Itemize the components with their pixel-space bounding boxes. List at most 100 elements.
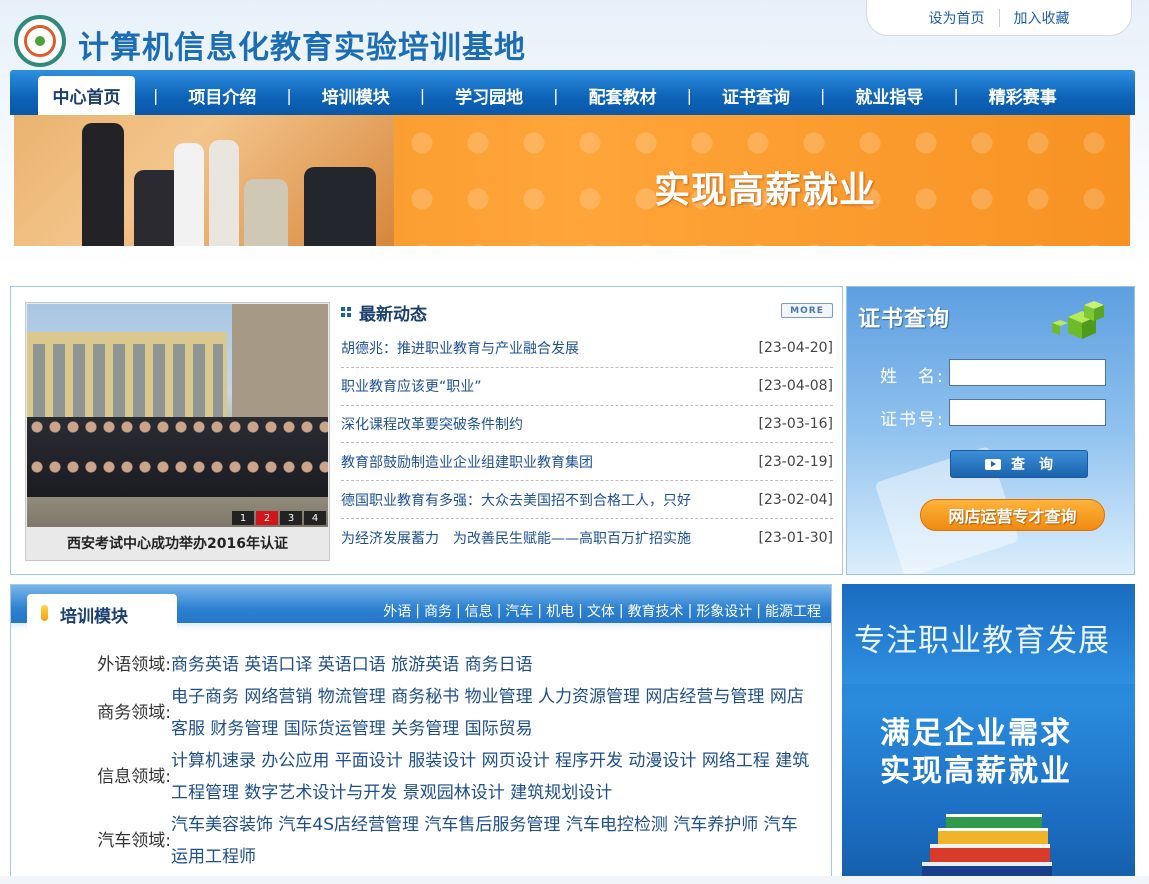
slideshow-pager: 1 2 3 4 xyxy=(232,511,326,525)
training-tab: 培训模块 xyxy=(27,594,177,644)
set-homepage-link[interactable]: 设为首页 xyxy=(915,8,999,28)
play-icon xyxy=(985,458,1001,470)
site-title: 计算机信息化教育实验培训基地 xyxy=(78,30,526,66)
news-item: 职业教育应该更“职业” [23-04-08] xyxy=(341,368,833,406)
training-row: 汽车领域: 汽车美容装饰 汽车4S店经营管理 汽车售后服务管理 汽车电控检测 汽… xyxy=(11,809,831,873)
news-item: 胡德兆：推进职业教育与产业融合发展 [23-04-20] xyxy=(341,330,833,368)
news-item-link[interactable]: 为经济发展蓄力 为改善民生赋能——高职百万扩招实施 xyxy=(341,528,691,548)
training-category: 汽车领域: xyxy=(97,831,171,851)
banner-person xyxy=(244,179,288,246)
training-link-information[interactable]: 信息 xyxy=(465,601,493,621)
pill-bullet-icon xyxy=(41,605,48,621)
news-header: 最新动态 MORE xyxy=(341,299,833,325)
training-list: 外语领域: 商务英语 英语口译 英语口语 旅游英语 商务日语 商务领域: 电子商… xyxy=(11,649,831,873)
training-courses[interactable]: 电子商务 网络营销 物流管理 商务秘书 物业管理 人力资源管理 网店经营与管理 … xyxy=(171,681,811,745)
query-button-label: 查 询 xyxy=(1011,457,1053,473)
training-category: 商务领域: xyxy=(97,703,171,723)
shop-operator-query-button[interactable]: 网店运营专才查询 xyxy=(920,499,1105,531)
training-link-business[interactable]: 商务 xyxy=(424,601,452,621)
training-link-automotive[interactable]: 汽车 xyxy=(505,601,533,621)
ad-slogan-line2: 实现高薪就业 xyxy=(880,754,1072,789)
training-header: 培训模块 外语 | 商务 | 信息 | 汽车 | 机电 | 文体 | 教育技术 | 形象设计 |… xyxy=(11,585,831,644)
slideshow-page-1[interactable]: 1 xyxy=(232,511,254,525)
banner-person xyxy=(82,123,124,246)
news-item: 为经济发展蓄力 为改善民生赋能——高职百万扩招实施 [23-01-30] xyxy=(341,519,833,557)
slideshow-page-3[interactable]: 3 xyxy=(280,511,302,525)
news-item-link[interactable]: 职业教育应该更“职业” xyxy=(341,376,482,396)
training-category: 信息领域: xyxy=(97,767,171,787)
nav-separator: | xyxy=(153,86,159,105)
news-more-button[interactable]: MORE xyxy=(781,303,833,318)
news-item-link[interactable]: 德国职业教育有多强：大众去美国招不到合格工人，只好 xyxy=(341,490,691,510)
training-courses[interactable]: 汽车美容装饰 汽车4S店经营管理 汽车售后服务管理 汽车电控检测 汽车养护师 汽… xyxy=(171,809,811,873)
nav-item-career-guidance[interactable]: 就业指导 xyxy=(855,76,923,115)
training-link-energy-engineering[interactable]: 能源工程 xyxy=(765,601,821,621)
slideshow-page-2[interactable]: 2 xyxy=(256,511,278,525)
photo-slideshow[interactable]: 1 2 3 4 西安考试中心成功举办2016年认证 xyxy=(25,302,330,561)
news-list: 胡德兆：推进职业教育与产业融合发展 [23-04-20] 职业教育应该更“职业”… xyxy=(341,330,833,557)
training-link-foreign-language[interactable]: 外语 xyxy=(383,601,411,621)
news-item-date: [23-04-08] xyxy=(758,378,833,395)
query-button[interactable]: 查 询 xyxy=(950,450,1088,478)
grid-bullet-icon xyxy=(341,307,351,317)
nav-item-training-modules[interactable]: 培训模块 xyxy=(322,76,390,115)
training-link-education-tech[interactable]: 教育技术 xyxy=(628,601,684,621)
nav-item-study-garden[interactable]: 学习园地 xyxy=(455,76,523,115)
nav-separator: | xyxy=(419,86,426,105)
nav-separator: | xyxy=(819,86,826,105)
banner-person xyxy=(209,140,239,246)
banner-person xyxy=(304,167,376,246)
news-title: 最新动态 xyxy=(359,304,427,325)
nav-item-home[interactable]: 中心首页 xyxy=(38,76,135,115)
page-bottom-strip xyxy=(0,876,1149,884)
training-row: 外语领域: 商务英语 英语口译 英语口语 旅游英语 商务日语 xyxy=(11,649,831,681)
news-item: 教育部鼓励制造业企业组建职业教育集团 [23-02-19] xyxy=(341,443,833,482)
nav-item-textbooks[interactable]: 配套教材 xyxy=(589,76,657,115)
promo-ad[interactable]: 专注职业教育发展 满足企业需求 实现高薪就业 xyxy=(842,584,1135,884)
nav-separator: | xyxy=(286,86,292,105)
news-item: 深化课程改革要突破条件制约 [23-03-16] xyxy=(341,406,833,444)
certificate-number-input[interactable] xyxy=(949,399,1106,426)
books-icon xyxy=(922,814,1052,882)
name-input[interactable] xyxy=(949,359,1106,386)
training-category-links: 外语 | 商务 | 信息 | 汽车 | 机电 | 文体 | 教育技术 | 形象设计 | 能源工程 xyxy=(383,601,821,621)
certificate-number-label: 证书号: xyxy=(880,410,945,430)
news-item-date: [23-04-20] xyxy=(758,340,833,357)
hero-banner[interactable]: 实现高薪就业 xyxy=(14,115,1130,246)
nav-item-certificate-query[interactable]: 证书查询 xyxy=(722,76,790,115)
news-item-link[interactable]: 深化课程改革要突破条件制约 xyxy=(341,414,523,434)
training-title: 培训模块 xyxy=(60,607,128,627)
nav-separator: | xyxy=(686,86,692,105)
site-logo[interactable] xyxy=(14,15,66,67)
news-item-date: [23-02-04] xyxy=(758,491,833,508)
link-divider: | xyxy=(756,603,761,619)
news-section: 1 2 3 4 西安考试中心成功举办2016年认证 最新动态 MORE 胡德兆：… xyxy=(10,286,843,575)
news-item-link[interactable]: 教育部鼓励制造业企业组建职业教育集团 xyxy=(341,452,593,472)
banner-business-people-image xyxy=(14,115,394,246)
add-favorite-link[interactable]: 加入收藏 xyxy=(1000,8,1084,28)
training-link-mechatronics[interactable]: 机电 xyxy=(546,601,574,621)
training-row: 信息领域: 计算机速录 办公应用 平面设计 服装设计 网页设计 程序开发 动漫设… xyxy=(11,745,831,809)
certificate-query-title: 证书查询 xyxy=(858,307,951,332)
news-item-link[interactable]: 胡德兆：推进职业教育与产业融合发展 xyxy=(341,338,579,358)
news-item-date: [23-03-16] xyxy=(758,415,833,432)
training-link-culture-sports[interactable]: 文体 xyxy=(587,601,615,621)
news-item: 德国职业教育有多强：大众去美国招不到合格工人，只好 [23-02-04] xyxy=(341,481,833,519)
nav-separator: | xyxy=(953,86,959,105)
training-link-image-design[interactable]: 形象设计 xyxy=(696,601,752,621)
nav-item-project-intro[interactable]: 项目介绍 xyxy=(188,76,256,115)
news-item-date: [23-01-30] xyxy=(758,529,833,546)
training-modules-section: 培训模块 外语 | 商务 | 信息 | 汽车 | 机电 | 文体 | 教育技术 | 形象设计 |… xyxy=(10,584,832,884)
slideshow-image[interactable]: 1 2 3 4 xyxy=(27,304,328,527)
training-courses[interactable]: 商务英语 英语口译 英语口语 旅游英语 商务日语 xyxy=(171,649,811,681)
link-divider: | xyxy=(578,603,583,619)
slideshow-page-4[interactable]: 4 xyxy=(304,511,326,525)
training-row: 商务领域: 电子商务 网络营销 物流管理 商务秘书 物业管理 人力资源管理 网店… xyxy=(11,681,831,745)
link-divider: | xyxy=(496,603,502,619)
training-courses[interactable]: 计算机速录 办公应用 平面设计 服装设计 网页设计 程序开发 动漫设计 网络工程… xyxy=(171,745,811,809)
slideshow-caption[interactable]: 西安考试中心成功举办2016年认证 xyxy=(27,527,328,559)
nav-item-competitions[interactable]: 精彩赛事 xyxy=(989,76,1057,115)
link-divider: | xyxy=(415,603,420,619)
link-divider: | xyxy=(455,603,461,619)
green-cubes-icon xyxy=(1052,301,1104,339)
